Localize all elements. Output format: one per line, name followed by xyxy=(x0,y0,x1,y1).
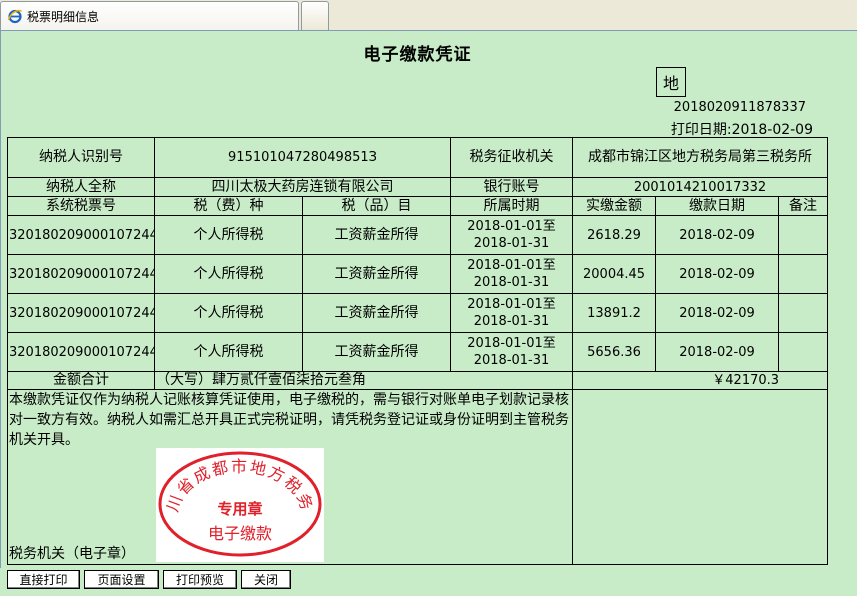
table-row: 320180209000107244 个人所得税 工资薪金所得 2018-01-… xyxy=(7,332,829,372)
amount: 13891.2 xyxy=(572,293,657,333)
seal-bottom-text: 电子缴款 xyxy=(208,524,272,543)
total-uppercase: （大写）肆万贰仟壹佰柒拾元叁角 xyxy=(153,371,574,390)
tax-type: 个人所得税 xyxy=(154,293,303,333)
amount: 5656.36 xyxy=(572,332,657,372)
serial-number: 2018020911878337 xyxy=(673,100,806,115)
tax-type: 个人所得税 xyxy=(154,254,303,294)
ticket-number: 320180209000107244 xyxy=(7,293,155,333)
tax-item: 工资薪金所得 xyxy=(301,293,452,333)
period-end: 2018-01-31 xyxy=(473,353,550,368)
tax-type: 个人所得税 xyxy=(154,332,303,372)
col-amount: 实缴金额 xyxy=(572,196,657,216)
note xyxy=(778,215,829,255)
col-ticket: 系统税票号 xyxy=(7,196,155,216)
period-end: 2018-01-31 xyxy=(473,314,550,329)
notes-row: 本缴款凭证仅作为纳税人记账核算凭证使用，电子缴税的，需与银行对账单电子划款记录核… xyxy=(6,389,829,565)
print-preview-button[interactable]: 打印预览 xyxy=(163,570,237,589)
period: 2018-01-01至 2018-01-31 xyxy=(450,215,574,255)
close-button[interactable]: 关闭 xyxy=(241,570,291,589)
tab-label: 税票明细信息 xyxy=(27,9,100,24)
amount: 2618.29 xyxy=(572,215,657,255)
period-end: 2018-01-31 xyxy=(473,275,550,290)
payment-certificate: 电子缴款凭证 地 2018020911878337 打印日期:2018-02-0… xyxy=(0,31,857,568)
taxpayer-id-label: 纳税人识别号 xyxy=(7,137,155,178)
col-item: 税（品）目 xyxy=(301,196,452,216)
col-tax-type: 税（费）种 xyxy=(154,196,303,216)
tab-strip: 税票明细信息 xyxy=(0,0,857,31)
ticket-number: 320180209000107244 xyxy=(7,254,155,294)
period-start: 2018-01-01至 xyxy=(467,219,556,234)
ticket-number: 320180209000107244 xyxy=(7,332,155,372)
tax-item: 工资薪金所得 xyxy=(301,215,452,255)
tax-office-label: 税务机关（电子章） xyxy=(9,546,135,562)
region-mark: 地 xyxy=(656,67,686,97)
col-date: 缴款日期 xyxy=(655,196,780,216)
tax-item: 工资薪金所得 xyxy=(301,332,452,372)
action-bar: 直接打印 页面设置 打印预览 关闭 xyxy=(0,568,857,596)
note xyxy=(778,293,829,333)
electronic-seal: 四川省成都市地方税务局 专用章 电子缴款 xyxy=(147,433,324,562)
ticket-number: 320180209000107244 xyxy=(7,215,155,255)
period-start: 2018-01-01至 xyxy=(467,336,556,351)
notes-blank-cell xyxy=(572,389,829,565)
amount: 20004.45 xyxy=(572,254,657,294)
notes-text: 本缴款凭证仅作为纳税人记账核算凭证使用，电子缴税的，需与银行对账单电子划款记录核… xyxy=(9,392,569,448)
taxpayer-id-value: 91510104728049851З xyxy=(153,137,452,178)
bank-account-label: 银行账号 xyxy=(450,177,574,197)
note xyxy=(778,254,829,294)
tax-type: 个人所得税 xyxy=(154,215,303,255)
tax-authority-value: 成都市锦江区地方税务局第三税务所 xyxy=(572,137,829,178)
taxpayer-id-row: 纳税人识别号 91510104728049851З 税务征收机关 成都市锦江区地… xyxy=(7,137,829,178)
print-date: 打印日期:2018-02-09 xyxy=(670,122,813,138)
col-note: 备注 xyxy=(778,196,829,216)
ie-icon xyxy=(7,8,23,24)
payment-date: 2018-02-09 xyxy=(655,293,780,333)
certificate-table: 纳税人识别号 91510104728049851З 税务征收机关 成都市锦江区地… xyxy=(6,137,829,565)
period-start: 2018-01-01至 xyxy=(467,258,556,273)
tax-item: 工资薪金所得 xyxy=(301,254,452,294)
payment-date: 2018-02-09 xyxy=(655,215,780,255)
taxpayer-name-label: 纳税人全称 xyxy=(7,177,155,197)
payment-date: 2018-02-09 xyxy=(655,332,780,372)
period: 2018-01-01至 2018-01-31 xyxy=(450,293,574,333)
total-amount: ￥42170.3 xyxy=(572,371,829,390)
period-start: 2018-01-01至 xyxy=(467,297,556,312)
seal-icon: 四川省成都市地方税务局 专用章 电子缴款 xyxy=(147,433,322,557)
table-row: 320180209000107244 个人所得税 工资薪金所得 2018-01-… xyxy=(7,215,829,255)
payment-date: 2018-02-09 xyxy=(655,254,780,294)
total-label: 金额合计 xyxy=(7,371,155,390)
print-direct-button[interactable]: 直接打印 xyxy=(7,570,80,589)
tab-new[interactable] xyxy=(301,1,329,30)
table-row: 320180209000107244 个人所得税 工资薪金所得 2018-01-… xyxy=(7,254,829,294)
tax-authority-label: 税务征收机关 xyxy=(450,137,574,178)
table-row: 320180209000107244 个人所得税 工资薪金所得 2018-01-… xyxy=(7,293,829,333)
page-title: 电子缴款凭证 xyxy=(363,45,472,65)
col-period: 所属时期 xyxy=(450,196,574,216)
period: 2018-01-01至 2018-01-31 xyxy=(450,332,574,372)
total-row: 金额合计 （大写）肆万贰仟壹佰柒拾元叁角 ￥42170.3 xyxy=(7,371,829,390)
taxpayer-name-row: 纳税人全称 四川太极大药房连锁有限公司 银行账号 200101421001733… xyxy=(7,177,829,197)
notes-cell: 本缴款凭证仅作为纳税人记账核算凭证使用，电子缴税的，需与银行对账单电子划款记录核… xyxy=(6,389,574,565)
taxpayer-name-value: 四川太极大药房连锁有限公司 xyxy=(153,177,452,197)
period-end: 2018-01-31 xyxy=(473,236,550,251)
bank-account-value: 2001014210017332 xyxy=(572,177,829,197)
column-header-row: 系统税票号 税（费）种 税（品）目 所属时期 实缴金额 缴款日期 备注 xyxy=(7,196,829,216)
period: 2018-01-01至 2018-01-31 xyxy=(450,254,574,294)
page-setup-button[interactable]: 页面设置 xyxy=(84,570,159,589)
note xyxy=(778,332,829,372)
tab-tax-ticket-details[interactable]: 税票明细信息 xyxy=(0,1,299,30)
seal-center-text: 专用章 xyxy=(217,500,262,518)
